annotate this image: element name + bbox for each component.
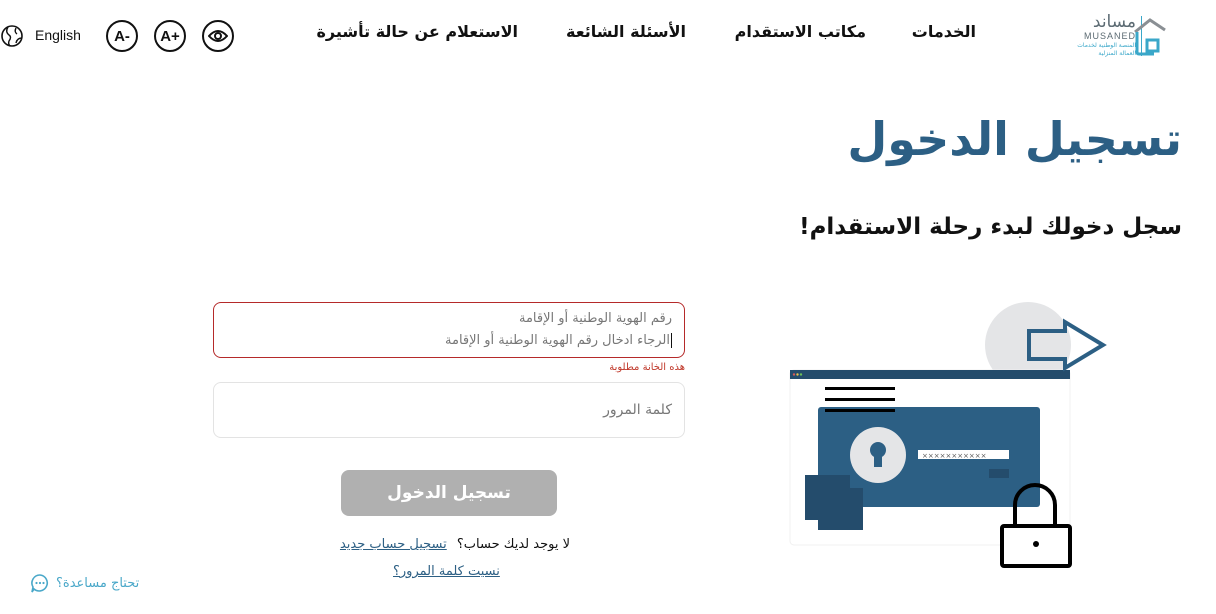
nav-faq[interactable]: الأسئلة الشائعة <box>566 22 686 41</box>
national-id-field[interactable]: رقم الهوية الوطنية أو الإقامة الرجاء ادخ… <box>213 302 685 358</box>
logo-brand-english: MUSANED <box>1083 31 1136 41</box>
logo-brand-arabic: مساند <box>1092 12 1136 32</box>
national-id-input[interactable]: الرجاء ادخال رقم الهوية الوطنية أو الإقا… <box>445 333 672 348</box>
musaned-house-icon <box>1134 18 1166 56</box>
nav-recruitment-offices[interactable]: مكاتب الاستقدام <box>735 22 866 41</box>
signup-link[interactable]: تسجيل حساب جديد <box>340 537 447 552</box>
contrast-toggle-button[interactable] <box>202 20 234 52</box>
language-toggle[interactable]: English <box>35 27 81 43</box>
no-account-text: لا يوجد لديك حساب؟ <box>456 537 570 552</box>
password-field[interactable]: كلمة المرور <box>213 382 685 438</box>
eye-icon <box>208 30 228 42</box>
nav-services[interactable]: الخدمات <box>912 22 976 41</box>
password-input[interactable]: كلمة المرور <box>603 402 672 418</box>
help-button[interactable]: تحتاج مساعدة؟ <box>30 573 139 593</box>
login-button[interactable]: تسجيل الدخول <box>341 470 557 516</box>
globe-icon[interactable] <box>0 24 24 52</box>
illus-browser-bar <box>790 370 1070 379</box>
page-title: تسجيل الدخول <box>847 112 1182 166</box>
national-id-error: هذه الخانة مطلوبة <box>609 362 685 373</box>
chat-bubble-icon <box>31 574 49 593</box>
national-id-label: رقم الهوية الوطنية أو الإقامة <box>518 311 672 326</box>
signup-row: لا يوجد لديك حساب؟ تسجيل حساب جديد <box>328 537 570 552</box>
musaned-logo[interactable]: مساند MUSANED المنصة الوطنية لخدمات العم… <box>1050 12 1168 60</box>
increase-font-button[interactable]: A+ <box>154 20 186 52</box>
header: مساند MUSANED المنصة الوطنية لخدمات العم… <box>0 0 1216 72</box>
nav-visa-status[interactable]: الاستعلام عن حالة تأشيرة <box>316 22 518 41</box>
decrease-font-button[interactable]: A- <box>106 20 138 52</box>
page-subtitle: سجل دخولك لبدء رحلة الاستقدام! <box>799 214 1182 240</box>
login-illustration: ××××××××××× <box>789 302 1107 568</box>
logo-tagline: المنصة الوطنية لخدمات العمالة المنزلية <box>1077 42 1136 57</box>
help-label: تحتاج مساعدة؟ <box>56 575 140 591</box>
illus-password-mask: ××××××××××× <box>922 452 987 460</box>
forgot-password-link[interactable]: نسيت كلمة المرور؟ <box>393 564 500 579</box>
